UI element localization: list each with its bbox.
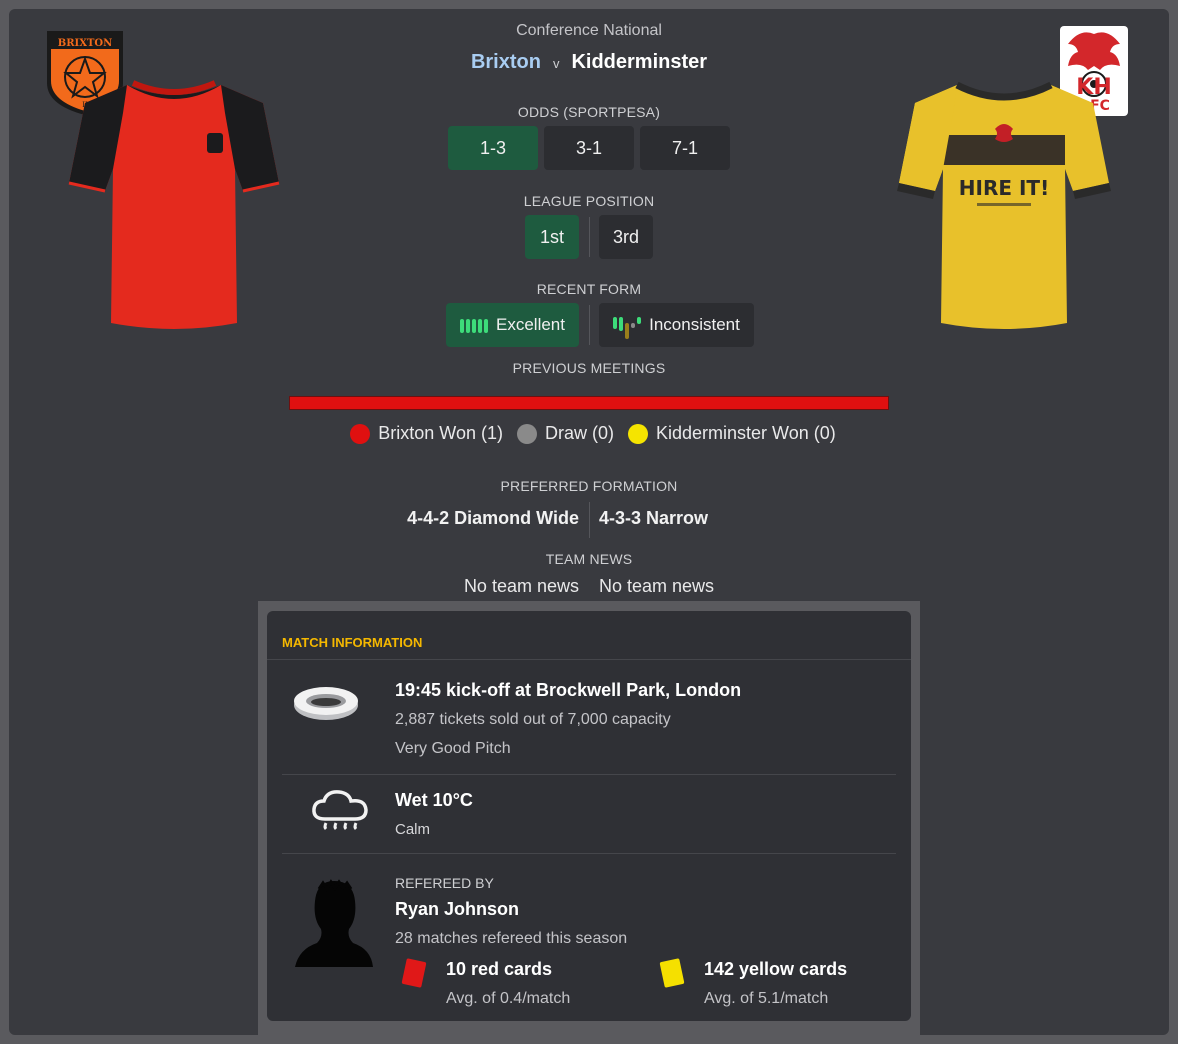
home-formation[interactable]: 4-4-2 Diamond Wide xyxy=(339,508,579,529)
kickoff-venue[interactable]: 19:45 kick-off at Brockwell Park, London xyxy=(395,680,741,701)
home-form-bars-icon xyxy=(460,317,488,333)
home-won-dot xyxy=(350,423,371,444)
league-position-divider xyxy=(589,217,590,257)
previous-meetings-title: PREVIOUS MEETINGS xyxy=(512,360,666,376)
referee-name[interactable]: Ryan Johnson xyxy=(395,899,519,920)
away-formation[interactable]: 4-3-3 Narrow xyxy=(599,508,839,529)
preferred-formation-title: PREFERRED FORMATION xyxy=(500,478,678,494)
draw-label: Draw (0) xyxy=(544,423,614,443)
formation-divider xyxy=(589,502,590,538)
recent-form-title: RECENT FORM xyxy=(536,281,642,297)
recent-form-divider xyxy=(589,305,590,345)
match-info-card: MATCH INFORMATION 19:45 kick-off at Broc… xyxy=(267,611,911,1021)
tickets-sold: 2,887 tickets sold out of 7,000 capacity xyxy=(395,711,671,728)
away-form-label: Inconsistent xyxy=(649,315,740,334)
refereed-by-label: REFEREED BY xyxy=(395,875,494,891)
odds-title: ODDS (SPORTPESA) xyxy=(517,104,661,120)
competition-name[interactable]: Conference National xyxy=(9,22,1169,40)
referee-silhouette-icon[interactable] xyxy=(293,879,375,969)
home-team-link[interactable]: Brixton xyxy=(471,51,541,74)
previous-meetings-legend: Brixton Won (1) Draw (0) Kidderminster W… xyxy=(9,423,1169,444)
away-league-position[interactable]: 3rd xyxy=(599,215,653,259)
fixture-title: Brixton v Kidderminster xyxy=(9,51,1169,74)
yellow-cards-count: 142 yellow cards xyxy=(704,959,848,979)
venue-divider xyxy=(282,774,896,775)
odds-home-pill[interactable]: 1-3 xyxy=(448,126,538,170)
odds-away-pill[interactable]: 7-1 xyxy=(640,126,730,170)
stadium-icon xyxy=(294,687,358,720)
rain-cloud-icon xyxy=(312,790,368,831)
yellow-cards-average: Avg. of 5.1/match xyxy=(704,990,829,1007)
home-won-label: Brixton Won (1) xyxy=(378,423,503,443)
home-recent-form[interactable]: Excellent xyxy=(446,303,579,347)
wind-condition: Calm xyxy=(395,821,431,838)
home-league-position[interactable]: 1st xyxy=(525,215,579,259)
team-news-title: TEAM NEWS xyxy=(545,551,633,567)
away-form-bars-icon xyxy=(613,317,642,339)
weather-summary: Wet 10°C xyxy=(395,790,473,810)
red-cards-count: 10 red cards xyxy=(446,959,553,979)
draw-dot xyxy=(516,423,537,444)
weather-divider xyxy=(282,853,896,854)
match-info-title: MATCH INFORMATION xyxy=(282,635,423,650)
home-form-label: Excellent xyxy=(496,315,565,334)
match-info-header-divider xyxy=(267,659,911,660)
league-position-title: LEAGUE POSITION xyxy=(523,193,655,209)
previous-meetings-bar[interactable] xyxy=(289,396,889,410)
versus-label: v xyxy=(552,56,560,71)
away-won-dot xyxy=(628,423,648,444)
yellow-card-icon xyxy=(659,958,685,988)
away-team-news: No team news xyxy=(599,576,715,596)
away-team-link[interactable]: Kidderminster xyxy=(571,51,707,74)
away-won-label: Kidderminster Won (0) xyxy=(656,423,836,443)
red-card-icon xyxy=(401,958,427,988)
away-recent-form[interactable]: Inconsistent xyxy=(599,303,754,347)
home-team-news: No team news xyxy=(463,576,579,596)
match-preview-panel: BRIXTON II KH FC HIRE IT! xyxy=(9,9,1169,1035)
pitch-condition: Very Good Pitch xyxy=(395,740,511,757)
red-cards-average: Avg. of 0.4/match xyxy=(446,990,571,1007)
referee-matches: 28 matches refereed this season xyxy=(395,930,628,947)
odds-draw-pill[interactable]: 3-1 xyxy=(544,126,634,170)
